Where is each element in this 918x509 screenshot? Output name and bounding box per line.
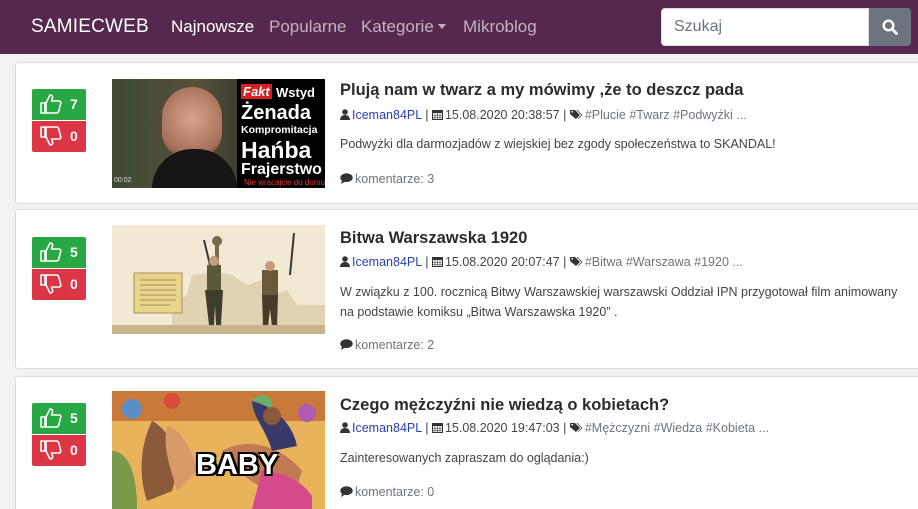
post-tags[interactable]: #Plucie #Twarz #Podwyżki ... <box>585 108 747 122</box>
user-icon <box>340 256 350 267</box>
comment-count: komentarze: 3 <box>355 172 435 186</box>
post-comments[interactable]: komentarze: 3 <box>340 172 434 186</box>
post-meta: Iceman84PL | 15.08.2020 20:07:47 | #Bitw… <box>340 255 743 269</box>
downvote-count: 0 <box>70 276 78 292</box>
user-icon <box>340 109 350 120</box>
user-icon <box>340 422 350 433</box>
post-card: 5 0 Bitwa Warszawska 1920 Iceman84PL | 1… <box>15 209 918 369</box>
nav-popularne[interactable]: Popularne <box>269 17 347 37</box>
post-author[interactable]: Iceman84PL <box>352 255 422 269</box>
downvote-button[interactable]: 0 <box>32 121 86 152</box>
upvote-button[interactable]: 5 <box>32 237 86 268</box>
post-tags[interactable]: #Mężczyzni #Wiedza #Kobieta ... <box>585 421 769 435</box>
comment-icon <box>340 339 353 350</box>
nav-kategorie-label: Kategorie <box>361 17 434 36</box>
search-button[interactable] <box>869 8 911 46</box>
post-title[interactable]: Plują nam w twarz a my mówimy ,że to des… <box>340 81 743 100</box>
downvote-count: 0 <box>70 128 78 144</box>
calendar-icon <box>431 257 443 267</box>
downvote-button[interactable]: 0 <box>32 435 86 466</box>
upvote-count: 5 <box>70 244 78 260</box>
brand-logo[interactable]: SAMIECWEB <box>31 16 149 38</box>
nav-mikroblog[interactable]: Mikroblog <box>463 17 537 37</box>
comment-count: komentarze: 2 <box>355 338 435 352</box>
post-date: 15.08.2020 20:07:47 <box>444 255 560 269</box>
downvote-button[interactable]: 0 <box>32 269 86 300</box>
post-meta: Iceman84PL | 15.08.2020 19:47:03 | #Mężc… <box>340 421 769 435</box>
post-meta: Iceman84PL | 15.08.2020 20:38:57 | #Pluc… <box>340 108 747 122</box>
tags-icon <box>569 423 583 432</box>
thumbs-up-icon <box>40 242 62 262</box>
upvote-count: 7 <box>70 96 78 112</box>
downvote-count: 0 <box>70 442 78 458</box>
post-date: 15.08.2020 20:38:57 <box>444 108 560 122</box>
search-input[interactable] <box>661 8 869 46</box>
post-description: Zainteresowanych zapraszam do oglądania:… <box>340 451 589 465</box>
upvote-button[interactable]: 5 <box>32 403 86 434</box>
post-comments[interactable]: komentarze: 0 <box>340 485 434 499</box>
upvote-count: 5 <box>70 410 78 426</box>
comment-icon <box>340 173 353 184</box>
comment-count: komentarze: 0 <box>355 485 435 499</box>
thumbs-up-icon <box>40 408 62 428</box>
post-description: Podwyżki dla darmozjadów z wiejskiej bez… <box>340 137 776 151</box>
thumbs-up-icon <box>40 94 62 114</box>
post-tags[interactable]: #Bitwa #Warszawa #1920 ... <box>585 255 743 269</box>
thumbs-down-icon <box>40 440 62 460</box>
post-author[interactable]: Iceman84PL <box>352 421 422 435</box>
navbar: SAMIECWEB Najnowsze Popularne Kategorie … <box>0 0 918 54</box>
upvote-button[interactable]: 7 <box>32 89 86 120</box>
caret-down-icon <box>437 24 446 29</box>
thumbs-down-icon <box>40 126 62 146</box>
post-description: W związku z 100. rocznicą Bitwy Warszaws… <box>340 285 898 319</box>
post-thumbnail[interactable] <box>112 225 325 334</box>
nav-najnowsze[interactable]: Najnowsze <box>171 17 254 37</box>
calendar-icon <box>431 110 443 120</box>
nav-kategorie[interactable]: Kategorie <box>361 17 446 37</box>
search-icon <box>882 19 898 35</box>
post-title[interactable]: Bitwa Warszawska 1920 <box>340 229 527 248</box>
comment-icon <box>340 486 353 497</box>
post-thumbnail[interactable]: Fakt Wstyd Żenada Kompromitacja Hańba Fr… <box>112 79 325 188</box>
thumbs-down-icon <box>40 274 62 294</box>
post-author[interactable]: Iceman84PL <box>352 108 422 122</box>
post-comments[interactable]: komentarze: 2 <box>340 338 434 352</box>
calendar-icon <box>431 423 443 433</box>
post-card: 7 0 Fakt Wstyd Żenada Kompromitacja Hańb… <box>15 62 918 204</box>
post-thumbnail[interactable]: BABY <box>112 391 325 509</box>
post-title[interactable]: Czego mężczyźni nie wiedzą o kobietach? <box>340 396 669 415</box>
tags-icon <box>569 257 583 266</box>
post-card: 5 0 BABY Czego mężczyźni nie wiedzą o ko… <box>15 376 918 509</box>
post-date: 15.08.2020 19:47:03 <box>444 421 560 435</box>
tags-icon <box>569 110 583 119</box>
